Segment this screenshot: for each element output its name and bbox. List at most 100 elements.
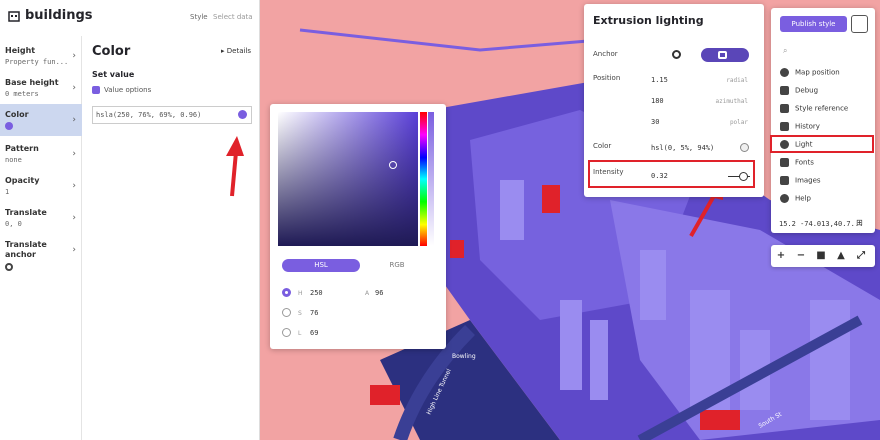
viewport-icon	[718, 51, 727, 59]
toolbar-item-label: Debug	[795, 86, 819, 95]
toolbar-item-debug[interactable]: Debug	[780, 86, 818, 100]
font-icon	[780, 158, 789, 167]
globe-icon[interactable]	[672, 50, 681, 59]
property-translate-anchor[interactable]: Translate anchor ›	[0, 234, 82, 274]
toolbar-item-help[interactable]: Help	[780, 194, 811, 208]
tab-style[interactable]: Style	[190, 13, 208, 21]
value-options-button[interactable]: Value options	[92, 86, 151, 94]
fullscreen-icon[interactable]: ⤢	[853, 248, 869, 264]
color-value-input[interactable]: hsla(250, 76%, 69%, 0.96)	[92, 106, 252, 124]
property-opacity[interactable]: Opacity 1 ›	[0, 170, 82, 202]
property-pattern[interactable]: Pattern none ›	[0, 138, 82, 170]
property-value: 0 meters	[5, 90, 39, 98]
saturation-label: S	[298, 310, 302, 317]
property-name: Translate anchor	[5, 240, 47, 259]
set-value-label: Set value	[92, 70, 135, 79]
radio-hue[interactable]	[282, 288, 291, 297]
property-name: Color	[5, 110, 29, 119]
bug-icon	[780, 86, 789, 95]
color-picker: HSL RGB H 250 A 96 S 76 L 69	[270, 104, 446, 349]
help-icon	[780, 194, 789, 203]
picker-cursor[interactable]	[389, 161, 397, 169]
property-value: 1	[5, 188, 10, 196]
details-toggle[interactable]: ▸ Details	[221, 47, 251, 55]
editor-title: Color	[92, 44, 131, 59]
toolbar-item-images[interactable]: Images	[780, 176, 821, 190]
basket-icon[interactable]	[851, 15, 868, 33]
position-label: Position	[593, 74, 621, 82]
toolbar-item-map-position[interactable]: Map position	[780, 68, 840, 82]
property-color-swatch	[5, 122, 69, 130]
zoom-out-button[interactable]: −	[793, 248, 809, 264]
chevron-right-icon: ›	[72, 149, 76, 159]
book-icon	[780, 104, 789, 113]
tab-rgb[interactable]: RGB	[366, 259, 428, 272]
radio-lightness[interactable]	[282, 328, 291, 337]
alpha-value[interactable]: 96	[375, 289, 383, 297]
map-controls: + − ■ ▲ ⤢	[771, 245, 875, 267]
position-polar-value[interactable]: 30	[651, 118, 659, 126]
toolbar-item-history[interactable]: History	[780, 122, 820, 136]
chevron-right-icon: ›	[72, 213, 76, 223]
globe-icon	[5, 263, 13, 271]
toolbar-item-label: Style reference	[795, 104, 849, 113]
property-name: Opacity	[5, 176, 40, 185]
tab-hsl[interactable]: HSL	[282, 259, 360, 272]
layer-icon	[8, 11, 20, 22]
layer-title: buildings	[25, 8, 93, 23]
property-list: Height Property fun... › Base height 0 m…	[0, 36, 82, 440]
property-value: 0, 0	[5, 220, 22, 228]
saturation-value[interactable]: 76	[310, 309, 318, 317]
property-translate[interactable]: Translate 0, 0 ›	[0, 202, 82, 234]
property-name: Base height	[5, 78, 59, 87]
color-label: Color	[593, 142, 612, 150]
annotation-arrow-icon	[226, 136, 244, 197]
property-color[interactable]: Color ›	[0, 104, 82, 136]
compass-icon[interactable]: ▲	[833, 248, 849, 264]
property-editor: Color ▸ Details Set value Value options …	[83, 36, 260, 440]
layer-header: buildings Style Select data	[0, 0, 260, 34]
hue-value[interactable]: 250	[310, 289, 323, 297]
property-value: Property fun...	[5, 58, 69, 66]
lightness-value[interactable]: 69	[310, 329, 318, 337]
property-height[interactable]: Height Property fun... ›	[0, 40, 82, 72]
history-icon	[780, 122, 789, 131]
color-swatch-button[interactable]	[238, 110, 247, 119]
lightness-label: L	[298, 330, 302, 337]
hue-label: H	[298, 290, 303, 297]
tab-select-data[interactable]: Select data	[213, 13, 253, 21]
alpha-label: A	[365, 290, 370, 297]
panel-title: Extrusion lighting	[593, 14, 704, 27]
publish-style-button[interactable]: Publish style	[780, 16, 847, 32]
toolbar-item-label: Map position	[795, 68, 840, 77]
chevron-right-icon: ›	[72, 115, 76, 125]
details-label: Details	[226, 47, 252, 55]
toolbar-item-label: Images	[795, 176, 821, 185]
light-color-swatch[interactable]	[740, 143, 749, 152]
zoom-in-button[interactable]: +	[773, 248, 789, 264]
lock-icon[interactable]: ■	[813, 248, 829, 264]
toolbar-item-label: Help	[795, 194, 811, 203]
image-icon	[780, 176, 789, 185]
position-radial-value[interactable]: 1.15	[651, 76, 668, 84]
chevron-right-icon: ›	[72, 245, 76, 255]
property-base-height[interactable]: Base height 0 meters ›	[0, 72, 82, 104]
light-highlight-box	[770, 135, 874, 153]
position-radial-unit: radial	[726, 77, 748, 84]
hue-slider[interactable]	[420, 112, 427, 246]
map-label-bowling: Bowling	[452, 353, 476, 360]
radio-saturation[interactable]	[282, 308, 291, 317]
toolbar-item-label: History	[795, 122, 820, 131]
gear-icon	[92, 86, 100, 94]
property-name: Height	[5, 46, 36, 55]
grid-icon[interactable]: ⊞	[856, 218, 863, 227]
toolbar-item-fonts[interactable]: Fonts	[780, 158, 814, 172]
chevron-right-icon: ›	[72, 181, 76, 191]
light-color-value[interactable]: hsl(0, 5%, 94%)	[651, 144, 714, 152]
search-icon[interactable]: ⌕	[783, 46, 787, 56]
property-value: none	[5, 156, 22, 164]
toolbar-item-style-reference[interactable]: Style reference	[780, 104, 848, 118]
saturation-lightness-area[interactable]	[278, 112, 418, 246]
position-azimuthal-value[interactable]: 180	[651, 97, 664, 105]
alpha-slider[interactable]	[428, 112, 434, 246]
